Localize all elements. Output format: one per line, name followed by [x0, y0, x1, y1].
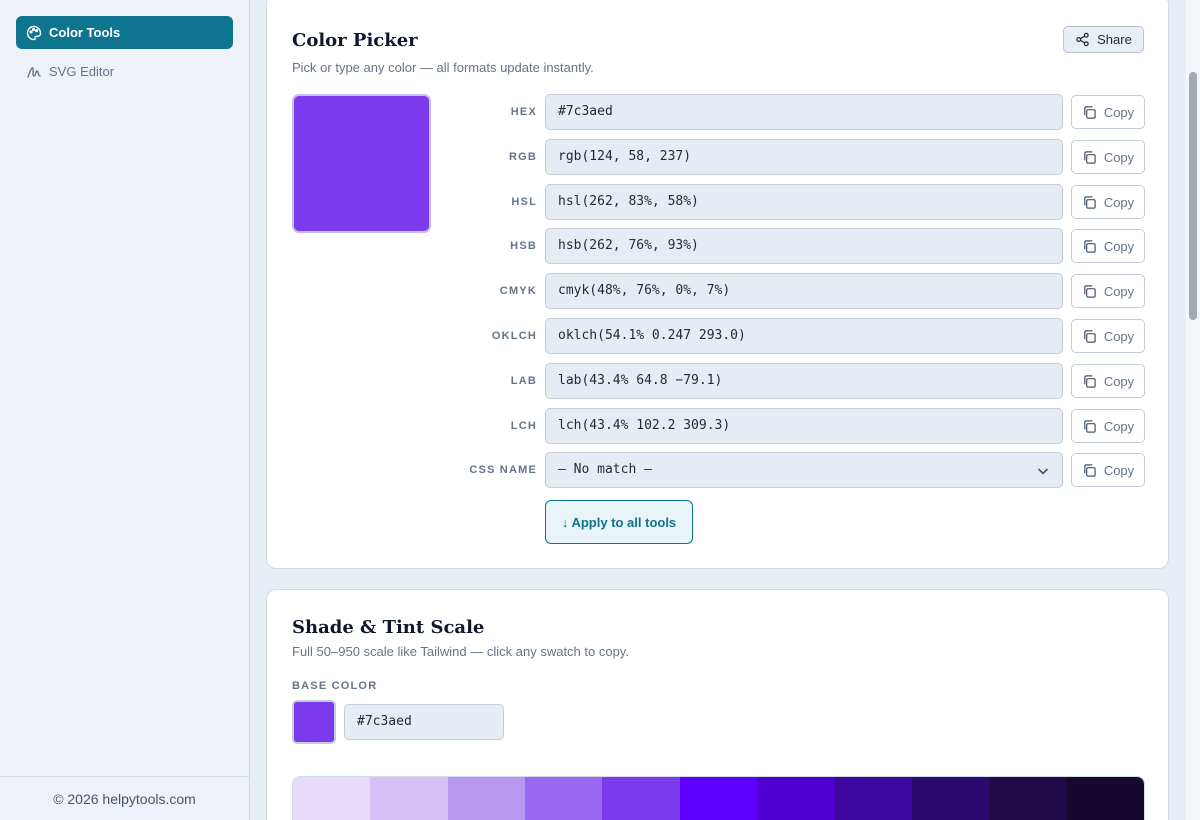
shade-swatch[interactable] [989, 777, 1067, 820]
shade-swatch[interactable] [447, 777, 526, 820]
cmyk-input[interactable]: cmyk(48%, 76%, 0%, 7%) [545, 273, 1063, 309]
base-color-input[interactable]: #7c3aed [344, 704, 504, 740]
format-label: HSL [511, 196, 537, 208]
color-picker-title: Color Picker [292, 30, 418, 51]
format-row-hex: HEX #7c3aed Copy [267, 94, 1170, 130]
squiggle-icon [26, 64, 42, 80]
shade-swatch[interactable] [370, 777, 448, 820]
copy-icon [1084, 284, 1096, 298]
copy-button[interactable]: Copy [1071, 140, 1145, 174]
format-label: LAB [510, 375, 537, 387]
copy-icon [1084, 463, 1096, 477]
sidebar-item-svg-editor[interactable]: SVG Editor [16, 55, 233, 88]
format-label: HEX [510, 106, 537, 118]
share-label: Share [1097, 32, 1132, 47]
scrollbar[interactable] [1186, 0, 1200, 820]
scrollbar-thumb[interactable] [1189, 72, 1197, 320]
lab-input[interactable]: lab(43.4% 64.8 −79.1) [545, 363, 1063, 399]
copy-label: Copy [1103, 149, 1135, 165]
copy-button[interactable]: Copy [1071, 319, 1145, 353]
copy-label: Copy [1103, 194, 1135, 210]
base-color-label: BASE COLOR [292, 680, 378, 692]
shade-scale-strip [292, 776, 1145, 820]
format-row-cmyk: CMYK cmyk(48%, 76%, 0%, 7%) Copy [267, 273, 1170, 309]
color-picker-subtitle: Pick or type any color — all formats upd… [292, 60, 594, 75]
copy-icon [1084, 105, 1096, 119]
copy-label: Copy [1103, 373, 1135, 389]
copy-button[interactable]: Copy [1071, 364, 1145, 398]
copy-icon [1084, 195, 1096, 209]
shade-tint-subtitle: Full 50–950 scale like Tailwind — click … [292, 644, 629, 659]
hex-input[interactable]: #7c3aed [545, 94, 1063, 130]
copy-icon [1084, 150, 1096, 164]
copy-icon [1084, 419, 1096, 433]
copy-label: Copy [1103, 328, 1135, 344]
copy-button[interactable]: Copy [1071, 409, 1145, 443]
sidebar-item-label: Color Tools [49, 25, 121, 40]
format-row-css-name: CSS NAME — No match — Copy [267, 452, 1170, 488]
shade-swatch[interactable] [293, 777, 371, 820]
shade-swatch[interactable] [834, 777, 912, 820]
copy-button[interactable]: Copy [1071, 453, 1145, 487]
format-row-lab: LAB lab(43.4% 64.8 −79.1) Copy [267, 363, 1170, 399]
shade-swatch[interactable] [679, 777, 758, 820]
copy-button[interactable]: Copy [1071, 274, 1145, 308]
format-row-hsb: HSB hsb(262, 76%, 93%) Copy [267, 228, 1170, 264]
css-name-value: — No match — [558, 462, 652, 477]
copy-button[interactable]: Copy [1071, 229, 1145, 263]
lch-input[interactable]: lch(43.4% 102.2 309.3) [545, 408, 1063, 444]
copy-button[interactable]: Copy [1071, 185, 1145, 219]
apply-to-all-tools-button[interactable]: ↓ Apply to all tools [545, 500, 693, 544]
shade-tint-card: Shade & Tint Scale Full 50–950 scale lik… [266, 589, 1169, 820]
palette-icon [26, 25, 42, 41]
shade-swatch[interactable] [602, 777, 680, 820]
shade-swatch[interactable] [757, 777, 835, 820]
copy-label: Copy [1103, 238, 1135, 254]
copy-icon [1084, 329, 1096, 343]
color-picker-card: Color Picker Pick or type any color — al… [266, 0, 1169, 569]
copy-icon [1084, 239, 1096, 253]
copy-button[interactable]: Copy [1071, 95, 1145, 129]
copy-label: Copy [1103, 462, 1135, 478]
format-label: CSS NAME [469, 464, 537, 476]
base-color-swatch[interactable] [292, 700, 336, 744]
chevron-down-icon [1037, 468, 1049, 475]
copy-label: Copy [1103, 283, 1135, 299]
sidebar-item-color-tools[interactable]: Color Tools [16, 16, 233, 49]
copy-label: Copy [1103, 104, 1135, 120]
css-name-select[interactable]: — No match — [545, 452, 1063, 488]
copy-icon [1084, 374, 1096, 388]
sidebar: Color Tools SVG Editor © 2026 helpytools… [0, 0, 250, 820]
share-icon [1076, 32, 1089, 47]
shade-swatch[interactable] [1066, 777, 1144, 820]
format-label: CMYK [499, 285, 537, 297]
copy-label: Copy [1103, 418, 1135, 434]
format-label: OKLCH [491, 330, 537, 342]
format-label: LCH [510, 420, 537, 432]
format-label: RGB [508, 151, 537, 163]
format-row-hsl: HSL hsl(262, 83%, 58%) Copy [267, 184, 1170, 220]
sidebar-item-label: SVG Editor [49, 64, 115, 79]
hsl-input[interactable]: hsl(262, 83%, 58%) [545, 184, 1063, 220]
shade-tint-title: Shade & Tint Scale [292, 617, 485, 638]
rgb-input[interactable]: rgb(124, 58, 237) [545, 139, 1063, 175]
sidebar-footer: © 2026 helpytools.com [0, 776, 249, 820]
format-row-lch: LCH lch(43.4% 102.2 309.3) Copy [267, 408, 1170, 444]
shade-swatch[interactable] [525, 777, 603, 820]
shade-swatch[interactable] [911, 777, 990, 820]
format-row-rgb: RGB rgb(124, 58, 237) Copy [267, 139, 1170, 175]
format-row-oklch: OKLCH oklch(54.1% 0.247 293.0) Copy [267, 318, 1170, 354]
hsb-input[interactable]: hsb(262, 76%, 93%) [545, 228, 1063, 264]
oklch-input[interactable]: oklch(54.1% 0.247 293.0) [545, 318, 1063, 354]
share-button[interactable]: Share [1063, 26, 1144, 53]
format-label: HSB [510, 240, 537, 252]
